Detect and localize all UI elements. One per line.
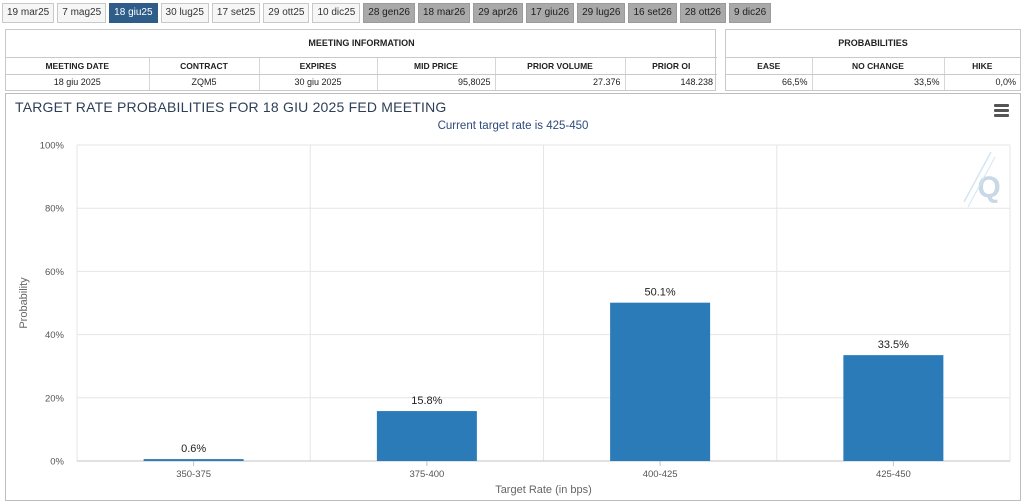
tab-18-mar26[interactable]: 18 mar26 [417,3,471,23]
data-label: 0.6% [181,443,206,455]
column-header: MEETING DATE [6,57,150,75]
bar-425-450 [843,355,944,461]
column-header: EXPIRES [259,57,378,75]
column-header: CONTRACT [149,57,260,75]
column-header: PRIOR VOLUME [495,57,626,75]
meeting-information-panel: MEETING INFORMATION MEETING DATE CONTRACT… [5,29,718,91]
tab-29-lug26[interactable]: 29 lug26 [577,3,626,23]
tab-30-lug25[interactable]: 30 lug25 [160,3,209,23]
tab-18-giu25[interactable]: 18 giu25 [109,3,158,23]
tab-7-mag25[interactable]: 7 mag25 [57,3,107,23]
y-tick-label: 80% [45,204,65,215]
probabilities-heading: PROBABILITIES [726,30,1020,58]
column-header: NO CHANGE [812,57,945,75]
column-header: EASE [726,57,813,75]
x-tick-label: 350-375 [176,469,211,480]
data-label: 15.8% [411,395,442,407]
q-logo-icon: Q [963,151,1001,208]
tab-28-gen26[interactable]: 28 gen26 [363,3,415,23]
table-cell: 95,8025 [377,74,496,90]
tab-29-apr26[interactable]: 29 apr26 [473,3,523,23]
table-cell: 30 giu 2025 [259,74,378,90]
table-cell: 18 giu 2025 [6,74,150,90]
table-row: 18 giu 2025 ZQM5 30 giu 2025 95,8025 27.376 1… [6,74,717,90]
x-tick-label: 425-450 [876,469,911,480]
bar-chart-plot: Q 0% 20% 40% 60% 80% 100% 0.6% 350-375 15.8% 375-… [18,141,1011,496]
x-axis-title: Target Rate (in bps) [495,484,592,496]
table-row: 66,5% 33,5% 0,0% [726,74,1020,90]
tab-19-mar25[interactable]: 19 mar25 [2,3,55,23]
target-rate-chart: TARGET RATE PROBABILITIES FOR 18 GIU 202… [5,93,1021,501]
tab-16-set26[interactable]: 16 set26 [628,3,677,23]
probabilities-panel: PROBABILITIES EASE NO CHANGE HIKE 66,5% 33,… [725,29,1021,91]
tab-28-ott26[interactable]: 28 ott26 [679,3,726,23]
table-cell: 66,5% [726,74,813,90]
y-axis-title: Probability [18,277,30,329]
column-header: MID PRICE [377,57,496,75]
x-tick-label: 375-400 [409,469,444,480]
bar-350-375 [143,459,244,461]
y-tick-label: 40% [45,330,65,341]
y-tick-label: 100% [40,141,65,152]
column-header: HIKE [944,57,1020,75]
y-tick-label: 60% [45,267,65,278]
data-label: 33.5% [878,339,909,351]
tab-9-dic26[interactable]: 9 dic26 [729,3,772,23]
bar-400-425 [610,302,711,461]
y-tick-label: 20% [45,393,65,404]
data-label: 50.1% [645,287,676,299]
table-cell: 148.238 [680,77,714,88]
svg-text:Q: Q [977,171,1000,204]
meeting-information-heading: MEETING INFORMATION [6,30,718,58]
table-cell: ZQM5 [149,74,260,90]
meeting-date-tabs: 19 mar25 7 mag25 18 giu25 30 lug25 17 set25 2… [2,3,772,23]
bar-375-400 [376,411,477,461]
y-tick-label: 0% [50,457,64,468]
table-cell: 33,5% [812,74,945,90]
tab-29-ott25[interactable]: 29 ott25 [263,3,310,23]
column-header: PRIOR OI [625,57,718,75]
table-cell: 27.376 [495,74,626,90]
tab-17-giu26[interactable]: 17 giu26 [525,3,575,23]
tab-17-set25[interactable]: 17 set25 [211,3,261,23]
table-cell: 0,0% [995,77,1016,88]
tab-10-dic25[interactable]: 10 dic25 [312,3,361,23]
x-tick-label: 400-425 [643,469,678,480]
